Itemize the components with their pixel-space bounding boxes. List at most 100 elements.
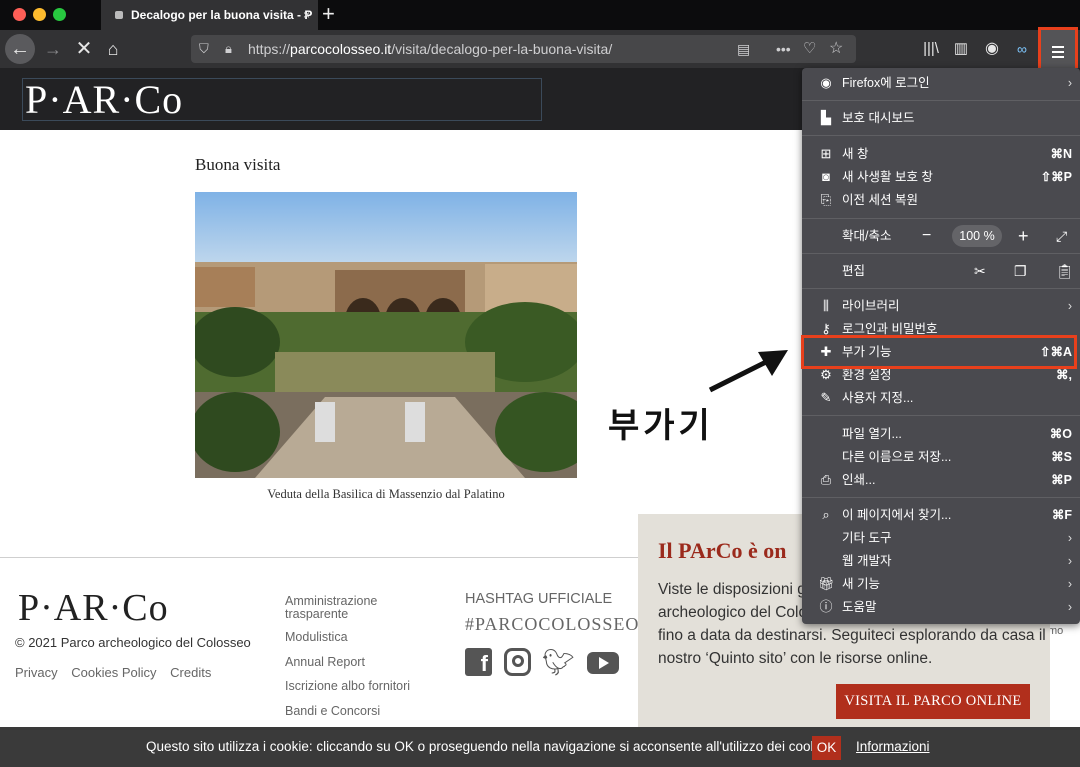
menu-separator [802,135,1080,136]
paste-icon[interactable]: 📋︎ [1056,260,1074,282]
twitter-icon[interactable]: 🐦︎ [542,648,575,676]
account-icon: ◉ [820,75,832,90]
sidebar-icon[interactable]: ▥ [950,30,972,68]
annotation-arrow [708,350,788,393]
photo-caption: Veduta della Basilica di Massenzio dal P… [267,487,505,501]
chevron-right-icon: › [1067,76,1072,90]
cookie-text: Questo sito utilizza i cookie: cliccando… [146,739,828,754]
footer-link-albo-fornitori[interactable]: Iscrizione albo fornitori [285,680,410,693]
addons-highlight-box [801,335,1077,369]
menu-item-private-window[interactable]: ◙ 새 사생활 보호 창 ⇧⌘P [802,166,1080,188]
footer-link-amministrazione[interactable]: Amministrazione trasparente [285,595,405,621]
cookies-policy-link[interactable]: Cookies Policy [71,665,156,680]
search-icon: ⌕ [822,507,830,522]
extension-icon[interactable]: ∞ [1011,30,1033,68]
cookie-bar: Questo sito utilizza i cookie: cliccando… [0,727,1080,767]
stop-button[interactable]: ✕ [71,30,97,68]
menu-item-print[interactable]: ⎙ 인쇄... ⌘P [802,469,1080,491]
menu-item-dashboard[interactable]: ▙ 보호 대시보드 [802,107,1080,129]
menu-separator [802,100,1080,101]
library-icon[interactable]: |||\ [920,30,942,68]
pocket-icon[interactable]: ♡ [803,35,816,63]
shield-icon[interactable]: ⛉ [199,35,209,63]
popup-title: Il PArCo è on [658,538,787,563]
close-window-icon[interactable] [13,8,26,21]
facebook-icon[interactable]: f [465,648,492,676]
chevron-right-icon: › [1067,531,1072,545]
menu-item-library[interactable]: ⫼ 라이브러리 › [802,295,1080,317]
credits-link[interactable]: Credits [170,665,211,680]
cookie-info-link[interactable]: Informazioni [856,727,930,767]
minimize-window-icon[interactable] [33,8,46,21]
bookmark-star-icon[interactable]: ☆ [829,35,843,63]
copyright: © 2021 Parco archeologico del Colosseo [15,635,251,650]
navigation-bar: ← → ✕ ⌂ ⛉ 🔒︎ https://parcocolosseo.it/vi… [0,30,1080,68]
menu-item-whats-new[interactable]: 🎁︎ 새 기능 › [802,573,1080,595]
footer-logo: P·AR·Co [18,587,169,629]
restore-session-icon: ⎘ [820,192,832,207]
page-actions-icon[interactable]: ••• [776,35,791,63]
brush-icon: ✎ [820,390,832,405]
url-bar[interactable]: ⛉ 🔒︎ https://parcocolosseo.it/visita/dec… [191,35,856,63]
new-window-icon: ⊞ [820,146,832,161]
tab-title: Decalogo per la buona visita - P [131,8,313,22]
visit-park-online-button[interactable]: VISITA IL PARCO ONLINE [836,684,1030,719]
lock-icon[interactable]: 🔒︎ [225,35,232,63]
menu-separator [802,288,1080,289]
chevron-right-icon: › [1067,554,1072,568]
site-logo-link[interactable]: P·AR·Co [22,78,542,121]
fullscreen-icon[interactable]: ⤢ [1056,225,1067,247]
menu-separator [802,218,1080,219]
close-tab-icon[interactable]: × [303,0,310,30]
footer-link-modulistica[interactable]: Modulistica [285,631,348,644]
menu-item-customize[interactable]: ✎ 사용자 지정... [802,387,1080,409]
instagram-icon[interactable] [504,648,531,676]
browser-tab[interactable]: Decalogo per la buona visita - P × [101,0,318,30]
copy-icon[interactable]: ❐ [1014,260,1027,282]
menu-item-more-tools[interactable]: 기타 도구 › [802,527,1080,549]
menu-separator [802,497,1080,498]
menu-item-find[interactable]: ⌕ 이 페이지에서 찾기... ⌘F [802,504,1080,526]
open-menu-button[interactable] [1038,27,1078,71]
menu-item-open-file[interactable]: 파일 열기... ⌘O [802,423,1080,445]
menu-separator [802,415,1080,416]
zoom-out-button[interactable]: − [922,225,931,247]
zoom-in-button[interactable]: + [1018,225,1029,247]
private-mask-icon: ◙ [822,169,830,184]
menu-edit-row: 편집 ✂ ❐ 📋︎ [802,260,1080,282]
page-title: Buona visita [195,155,281,174]
menu-item-restore-session[interactable]: ⎘ 이전 세션 복원 [802,189,1080,211]
menu-item-help[interactable]: ⓘ 도움말 › [802,596,1080,618]
maximize-window-icon[interactable] [53,8,66,21]
cut-icon[interactable]: ✂ [974,260,986,282]
footer-partial-text: mo [1048,625,1064,637]
dashboard-icon: ▙ [821,110,831,125]
menu-item-web-developer[interactable]: 웹 개발자 › [802,550,1080,572]
home-button[interactable]: ⌂ [100,30,126,68]
youtube-icon[interactable] [587,652,619,674]
gift-icon: 🎁︎ [818,576,835,591]
tab-strip: Decalogo per la buona visita - P × + [0,0,1080,30]
menu-separator [802,253,1080,254]
privacy-link[interactable]: Privacy [15,665,58,680]
cookie-ok-button[interactable]: OK [812,736,841,760]
menu-item-signin[interactable]: ◉ Firefox에 로그인 › [802,72,1080,94]
menu-item-save-as[interactable]: 다른 이름으로 저장... ⌘S [802,446,1080,468]
basilica-photo [195,192,577,478]
library-icon: ⫼ [823,298,829,313]
footer-link-bandi[interactable]: Bandi e Concorsi [285,705,380,718]
site-logo: P·AR·Co [25,77,184,122]
account-icon[interactable]: ◉ [981,30,1003,68]
chevron-right-icon: › [1067,600,1072,614]
footer-links: Privacy Cookies Policy Credits [15,665,221,680]
zoom-reset-button[interactable]: 100 % [952,225,1002,247]
hashtag-title: HASHTAG UFFICIALE [465,591,613,607]
footer-link-annual-report[interactable]: Annual Report [285,656,365,669]
reader-view-icon[interactable]: ▤ [737,35,750,63]
back-button[interactable]: ← [5,34,35,64]
chevron-right-icon: › [1067,299,1072,313]
help-icon: ⓘ [819,599,833,614]
new-tab-button[interactable]: + [322,2,335,26]
forward-button[interactable]: → [40,30,66,68]
menu-item-new-window[interactable]: ⊞ 새 창 ⌘N [802,143,1080,165]
